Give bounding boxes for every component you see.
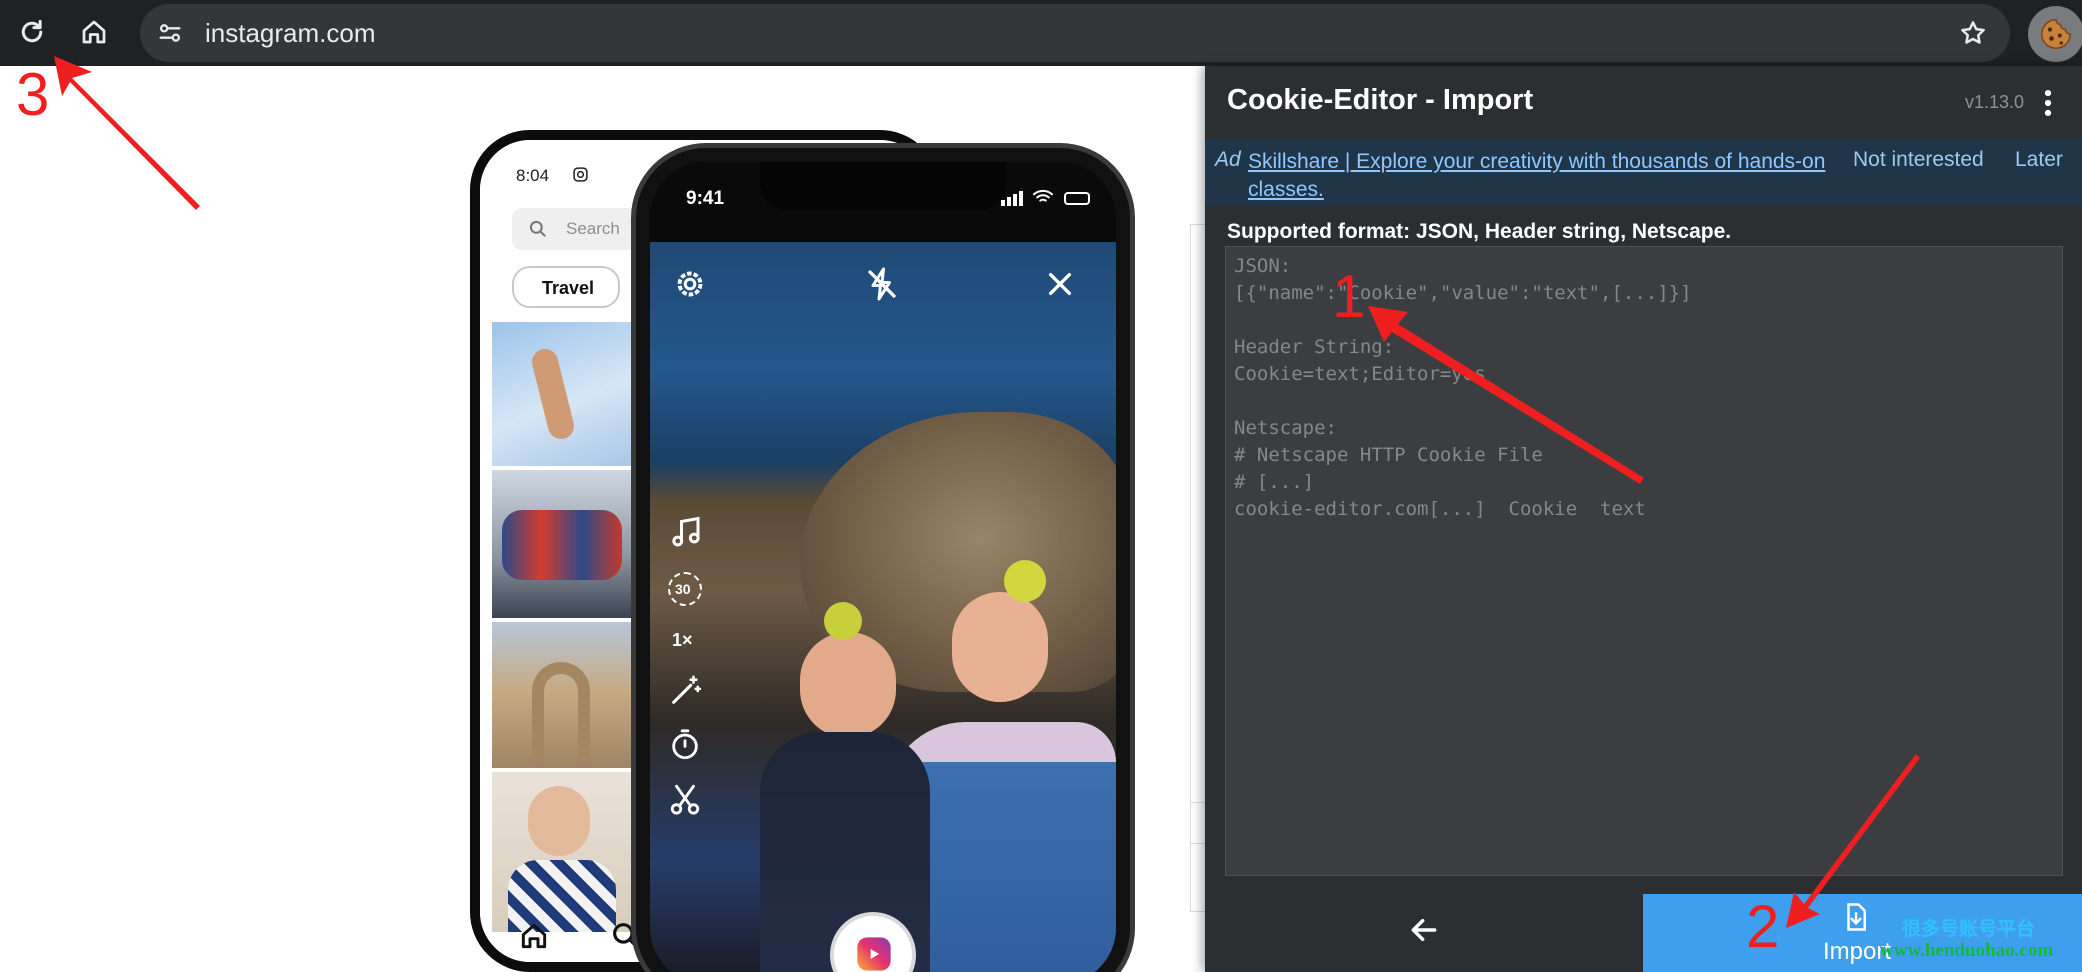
stopwatch-icon bbox=[672, 729, 698, 760]
browser-toolbar: instagram.com bbox=[0, 0, 2082, 66]
explore-tile-portrait bbox=[492, 772, 634, 932]
phone-front-screen: 9:41 30 1× bbox=[650, 162, 1116, 972]
battery-indicator bbox=[1064, 192, 1090, 205]
chip-travel: Travel bbox=[512, 266, 620, 308]
wifi-icon bbox=[1033, 189, 1053, 202]
explore-tile-arch bbox=[492, 622, 634, 768]
cookie-icon bbox=[2041, 18, 2072, 49]
person-right-face bbox=[952, 592, 1048, 702]
phone-mockup-front: 9:41 30 1× bbox=[636, 148, 1130, 972]
flash-off-icon bbox=[868, 267, 896, 301]
phone-back-time: 8:04 bbox=[516, 166, 550, 185]
file-import-icon bbox=[1847, 903, 1866, 931]
arrow-left-icon bbox=[1411, 918, 1437, 942]
reels-icon bbox=[857, 937, 891, 971]
reload-icon bbox=[21, 19, 43, 43]
supported-format-label: Supported format: JSON, Header string, N… bbox=[1227, 220, 1732, 243]
home-button[interactable] bbox=[70, 8, 118, 56]
more-vertical-icon bbox=[2044, 89, 2052, 117]
watermark-url: www.henduohao.com bbox=[1880, 940, 2054, 961]
annotation-number-3: 3 bbox=[16, 61, 50, 128]
tile-arch-shape bbox=[532, 662, 590, 762]
ad-link[interactable]: Skillshare | Explore your creativity wit… bbox=[1248, 148, 1848, 204]
ad-not-interested-link[interactable]: Not interested bbox=[1853, 148, 1984, 172]
star-icon[interactable] bbox=[1958, 18, 1988, 48]
explore-tile-hand bbox=[492, 322, 634, 466]
phone-front-time: 9:41 bbox=[686, 188, 725, 209]
cookie-editor-panel: Cookie-Editor - Import v1.13.0 Ad Skills… bbox=[1205, 66, 2082, 972]
explore-tile-friends bbox=[492, 470, 634, 618]
annotation-number-2: 2 bbox=[1746, 893, 1780, 960]
timer-30-label: 30 bbox=[675, 581, 691, 597]
timer-30-icon: 30 bbox=[668, 572, 702, 606]
scissors-icon bbox=[670, 784, 700, 815]
import-textarea[interactable]: JSON: [{"name":"Cookie","value":"text",[… bbox=[1225, 246, 2063, 876]
apple-right bbox=[1004, 560, 1046, 602]
apple-left bbox=[824, 602, 862, 640]
tile-friends-shape bbox=[502, 510, 622, 580]
screen: instagram.com 8:04 Search Travel 9:41 30… bbox=[0, 0, 2082, 972]
search-icon bbox=[529, 220, 546, 237]
url-text[interactable]: instagram.com bbox=[205, 18, 376, 49]
settings-icon bbox=[677, 271, 703, 297]
speed-label: 1× bbox=[672, 630, 693, 650]
ad-bar: Ad Skillshare | Explore your creativity … bbox=[1205, 138, 2082, 206]
cookie-editor-extension-button[interactable] bbox=[2028, 6, 2082, 62]
annotation-number-1: 1 bbox=[1332, 263, 1366, 330]
ad-label: Ad bbox=[1215, 148, 1241, 171]
panel-title: Cookie-Editor - Import bbox=[1227, 84, 1534, 116]
instagram-icon bbox=[573, 167, 588, 182]
magic-wand-icon bbox=[672, 675, 702, 704]
back-button[interactable] bbox=[1205, 888, 1643, 972]
phone-back-search: Search bbox=[512, 208, 652, 250]
reload-button[interactable] bbox=[8, 8, 56, 56]
home-icon bbox=[82, 20, 106, 44]
watermark-text: 很多号账号平台 bbox=[1902, 919, 2036, 940]
chip-travel-label: Travel bbox=[542, 278, 595, 298]
phone-notch bbox=[760, 162, 1006, 210]
close-icon bbox=[1048, 272, 1072, 296]
home-tab-icon bbox=[521, 923, 547, 949]
address-bar[interactable]: instagram.com bbox=[140, 4, 2010, 62]
import-textarea-placeholder: JSON: [{"name":"Cookie","value":"text",[… bbox=[1234, 255, 1692, 520]
ad-later-link[interactable]: Later bbox=[2015, 148, 2063, 172]
signal-icon bbox=[1001, 191, 1023, 206]
tile-portrait-shape bbox=[528, 786, 590, 856]
music-icon bbox=[672, 516, 700, 547]
more-options-button[interactable] bbox=[2035, 86, 2061, 120]
tune-icon[interactable] bbox=[156, 19, 184, 47]
tile-hand-shape bbox=[529, 346, 577, 442]
search-placeholder: Search bbox=[566, 219, 620, 238]
panel-version: v1.13.0 bbox=[1965, 92, 2025, 112]
person-left-face bbox=[800, 632, 896, 738]
